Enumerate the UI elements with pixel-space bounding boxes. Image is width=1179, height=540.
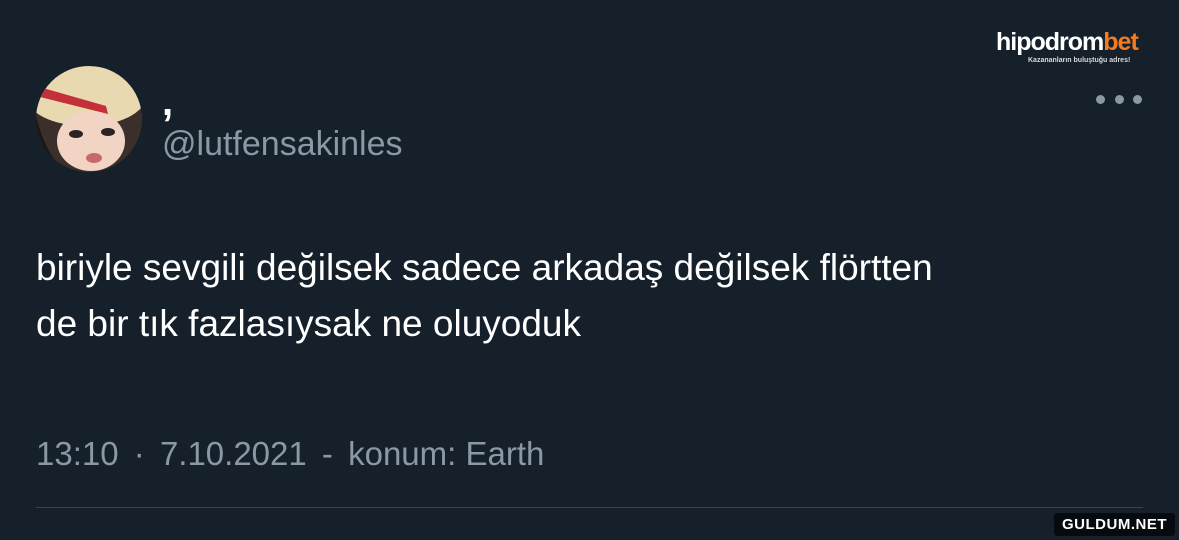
tweet-metadata: 13:10 · 7.10.2021 - konum: Earth — [36, 432, 544, 476]
tweet-date[interactable]: 7.10.2021 — [160, 435, 307, 472]
user-handle[interactable]: @lutfensakinles — [162, 122, 403, 166]
tweet-location: konum: Earth — [348, 435, 545, 472]
more-horizontal-icon — [1133, 94, 1142, 104]
divider — [36, 507, 1143, 508]
more-horizontal-icon — [1096, 94, 1105, 104]
brand-tagline: Kazananların buluştuğu adres! — [1028, 57, 1131, 64]
brand-name-part1: hipodrom — [996, 28, 1104, 56]
separator-dot: · — [133, 435, 145, 472]
avatar[interactable] — [36, 66, 142, 172]
tweet-time[interactable]: 13:10 — [36, 435, 119, 472]
brand-logo: hipodrombet Kazananların buluştuğu adres… — [996, 28, 1156, 66]
separator-dash: - — [321, 435, 333, 472]
display-name[interactable]: , — [162, 82, 173, 122]
tweet-text: biriyle sevgili değilsek sadece arkadaş … — [36, 247, 933, 344]
brand-name: hipodrombet — [996, 28, 1156, 56]
more-horizontal-icon — [1114, 94, 1124, 104]
more-options-button[interactable] — [1096, 88, 1142, 110]
brand-name-part2: bet — [1103, 28, 1138, 56]
watermark: GULDUM.NET — [1054, 513, 1175, 536]
